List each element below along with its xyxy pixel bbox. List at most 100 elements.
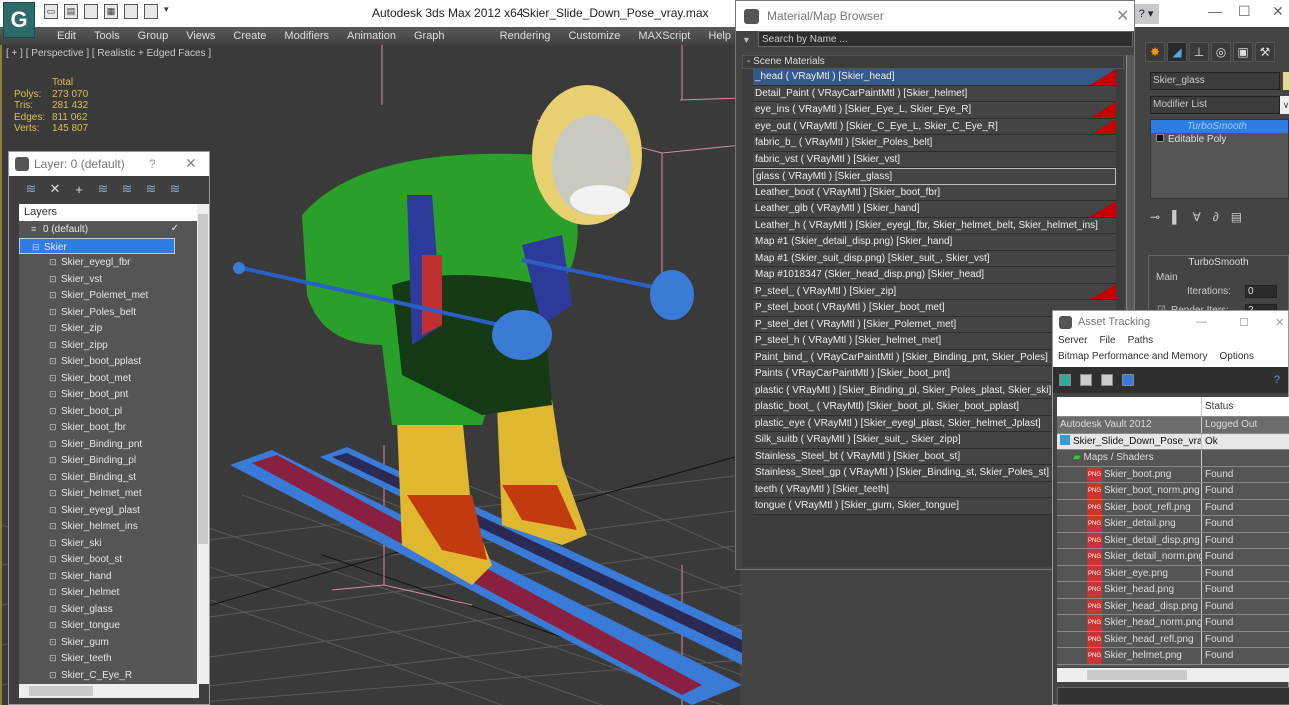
asset-row-map[interactable]: PNG Skier_head_norm.png Found xyxy=(1057,615,1289,632)
layer-object-item[interactable]: ⊡ Skier_Binding_st xyxy=(19,469,199,486)
asset-row-map[interactable]: PNG Skier_detail_norm.png Found xyxy=(1057,549,1289,566)
layer-object-item[interactable]: ⊡ Skier_zipp xyxy=(19,337,199,354)
minimize-button[interactable]: — xyxy=(1196,316,1207,328)
menu-create[interactable]: Create xyxy=(224,27,275,45)
layer-object-item[interactable]: ⊡ Skier_zip xyxy=(19,320,199,337)
material-browser-titlebar[interactable]: Material/Map Browser ✕ xyxy=(736,1,1134,31)
refresh-icon[interactable] xyxy=(1059,374,1071,386)
menu-paths[interactable]: Paths xyxy=(1128,335,1154,346)
menu-customize[interactable]: Customize xyxy=(559,27,629,45)
material-item[interactable]: fabric_b_ ( VRayMtl ) [Skier_Poles_belt] xyxy=(753,135,1116,152)
modifier-stack-item[interactable]: Editable Poly xyxy=(1151,133,1288,146)
material-search-input[interactable]: Search by Name ... xyxy=(758,31,1133,47)
menu-bitmap-performance[interactable]: Bitmap Performance and Memory xyxy=(1058,351,1208,362)
asset-row-map[interactable]: PNG Skier_head.png Found xyxy=(1057,582,1289,599)
layer-object-item[interactable]: ⊡ Skier_eyegl_fbr xyxy=(19,254,199,271)
layer-object-item[interactable]: ⊡ Skier_glass xyxy=(19,601,199,618)
menu-help[interactable]: Help xyxy=(699,27,740,45)
layer-object-item[interactable]: ⊡ Skier_eyegl_plast xyxy=(19,502,199,519)
scene-materials-section[interactable]: - Scene Materials xyxy=(742,55,1124,69)
help-icon[interactable]: ? xyxy=(149,157,156,171)
asset-row-map[interactable]: PNG Skier_boot.png Found xyxy=(1057,466,1289,483)
layer-object-item[interactable]: ⊡ Skier_Binding_pl xyxy=(19,452,199,469)
name-column-header[interactable] xyxy=(1057,397,1202,416)
object-color-swatch[interactable] xyxy=(1283,72,1289,90)
thumbnail-view-icon[interactable] xyxy=(1101,374,1113,386)
material-item[interactable]: fabric_vst ( VRayMtl ) [Skier_vst] xyxy=(753,151,1116,168)
layer-object-item[interactable]: ⊡ Skier_teeth xyxy=(19,650,199,667)
modifier-stack-item[interactable]: TurboSmooth xyxy=(1151,120,1288,133)
material-item[interactable]: P_steel_ ( VRayMtl ) [Skier_zip] xyxy=(753,283,1116,300)
hierarchy-tab-icon[interactable]: ⊥ xyxy=(1189,42,1209,62)
minimize-button[interactable]: — xyxy=(1208,3,1222,19)
utilities-tab-icon[interactable]: ⚒ xyxy=(1255,42,1275,62)
hide-all-icon[interactable]: ≋ xyxy=(141,181,161,197)
select-objects-icon[interactable]: ≋ xyxy=(93,181,113,197)
material-item[interactable]: Leather_glb ( VRayMtl ) [Skier_hand] xyxy=(753,201,1116,218)
maximize-button[interactable]: ☐ xyxy=(1238,3,1251,20)
asset-path-field[interactable] xyxy=(1057,687,1289,705)
options-dropdown-icon[interactable]: ▼ xyxy=(742,35,751,45)
modifier-list-dropdown[interactable]: Modifier List xyxy=(1150,96,1280,114)
layer-horizontal-scrollbar[interactable] xyxy=(19,684,199,698)
asset-row-map[interactable]: PNG Skier_boot_norm.png Found xyxy=(1057,483,1289,500)
material-item[interactable]: eye_out ( VRayMtl ) [Skier_C_Eye_L, Skie… xyxy=(753,118,1116,135)
menu-rendering[interactable]: Rendering xyxy=(491,27,560,45)
help-icon[interactable]: ? xyxy=(1274,374,1280,386)
menu-graph-editors[interactable]: Graph Editors xyxy=(405,27,491,60)
material-item[interactable]: Leather_h ( VRayMtl ) [Skier_eyegl_fbr, … xyxy=(753,217,1116,234)
list-view-icon[interactable] xyxy=(1080,374,1092,386)
asset-row-map[interactable]: PNG Skier_head_refl.png Found xyxy=(1057,631,1289,648)
configure-sets-icon[interactable]: ▤ xyxy=(1231,210,1242,224)
layer-object-item[interactable]: ⊡ Skier_boot_pplast xyxy=(19,353,199,370)
asset-row-file[interactable]: Skier_Slide_Down_Pose_vray.maxOk xyxy=(1057,433,1289,450)
asset-row-map[interactable]: PNG Skier_eye.png Found xyxy=(1057,565,1289,582)
layer-object-item[interactable]: ⊡ Skier_helmet_ins xyxy=(19,518,199,535)
show-end-result-icon[interactable]: ▌ xyxy=(1172,210,1181,224)
layer-object-item[interactable]: ⊡ Skier_tongue xyxy=(19,617,199,634)
layer-item[interactable]: ≡ 0 (default) ✓ xyxy=(19,221,199,238)
asset-horizontal-scrollbar[interactable] xyxy=(1057,668,1289,682)
layer-object-item[interactable]: ⊡ Skier_boot_pl xyxy=(19,403,199,420)
layer-object-item[interactable]: ⊡ Skier_Poles_belt xyxy=(19,304,199,321)
menu-tools[interactable]: Tools xyxy=(85,27,129,45)
layer-object-item[interactable]: ⊡ Skier_boot_st xyxy=(19,551,199,568)
material-item[interactable]: Detail_Paint ( VRayCarPaintMtl ) [Skier_… xyxy=(753,85,1116,102)
maximize-button[interactable]: ☐ xyxy=(1239,316,1249,329)
chevron-down-icon[interactable]: ∨ xyxy=(1280,96,1289,114)
modify-tab-icon[interactable]: ◢ xyxy=(1167,42,1187,62)
menu-maxscript[interactable]: MAXScript xyxy=(629,27,699,45)
quick-access-dropdown-icon[interactable]: ▾ xyxy=(164,4,169,19)
iterations-spinner[interactable]: 0 xyxy=(1245,285,1277,298)
fetch-icon[interactable] xyxy=(124,4,138,19)
menu-options[interactable]: Options xyxy=(1220,351,1254,362)
material-item[interactable]: Map #1018347 (Skier_head_disp.png) [Skie… xyxy=(753,267,1116,284)
material-item[interactable]: eye_ins ( VRayMtl ) [Skier_Eye_L, Skier_… xyxy=(753,102,1116,119)
layer-tree[interactable]: Layers ≡ 0 (default) ✓ ⊟ Skier ⊡ Skier_eyegl… xyxy=(19,204,199,684)
material-item[interactable]: _head ( VRayMtl ) [Skier_head] xyxy=(753,69,1116,86)
table-view-icon[interactable] xyxy=(1122,374,1134,386)
layer-object-item[interactable]: ⊡ Skier_helmet_met xyxy=(19,485,199,502)
create-layer-icon[interactable]: ≋ xyxy=(21,181,41,197)
asset-row-vault[interactable]: Autodesk Vault 2012 Logged Out xyxy=(1057,417,1289,434)
layer-object-item[interactable]: ⊡ Skier_C_Eye_R xyxy=(19,667,199,684)
delete-layer-icon[interactable]: ✕ xyxy=(45,181,65,197)
select-layer-icon[interactable]: ≋ xyxy=(117,181,137,197)
layer-object-item[interactable]: ⊡ Skier_boot_met xyxy=(19,370,199,387)
layer-item-selected[interactable]: ⊟ Skier xyxy=(19,237,175,254)
layer-object-item[interactable]: ⊡ Skier_vst xyxy=(19,271,199,288)
asset-row-map[interactable]: PNG Skier_detail_disp.png Found xyxy=(1057,532,1289,549)
app-logo-icon[interactable]: G xyxy=(3,2,35,38)
display-tab-icon[interactable]: ▣ xyxy=(1233,42,1253,62)
menu-modifiers[interactable]: Modifiers xyxy=(275,27,338,45)
material-item[interactable]: Leather_boot ( VRayMtl ) [Skier_boot_fbr… xyxy=(753,184,1116,201)
asset-row-map[interactable]: PNG Skier_boot_refl.png Found xyxy=(1057,499,1289,516)
material-item[interactable]: Map #1 (Skier_suit_disp.png) [Skier_suit… xyxy=(753,250,1116,267)
asset-row-group[interactable]: ▰ Maps / Shaders xyxy=(1057,450,1289,467)
remove-modifier-icon[interactable]: ∂ xyxy=(1213,210,1219,224)
undo-icon[interactable] xyxy=(144,4,158,19)
material-item[interactable]: glass ( VRayMtl ) [Skier_glass] xyxy=(753,168,1116,185)
freeze-all-icon[interactable]: ≋ xyxy=(165,181,185,197)
layer-object-item[interactable]: ⊡ Skier_boot_pnt xyxy=(19,386,199,403)
close-icon[interactable]: ✕ xyxy=(185,155,197,172)
